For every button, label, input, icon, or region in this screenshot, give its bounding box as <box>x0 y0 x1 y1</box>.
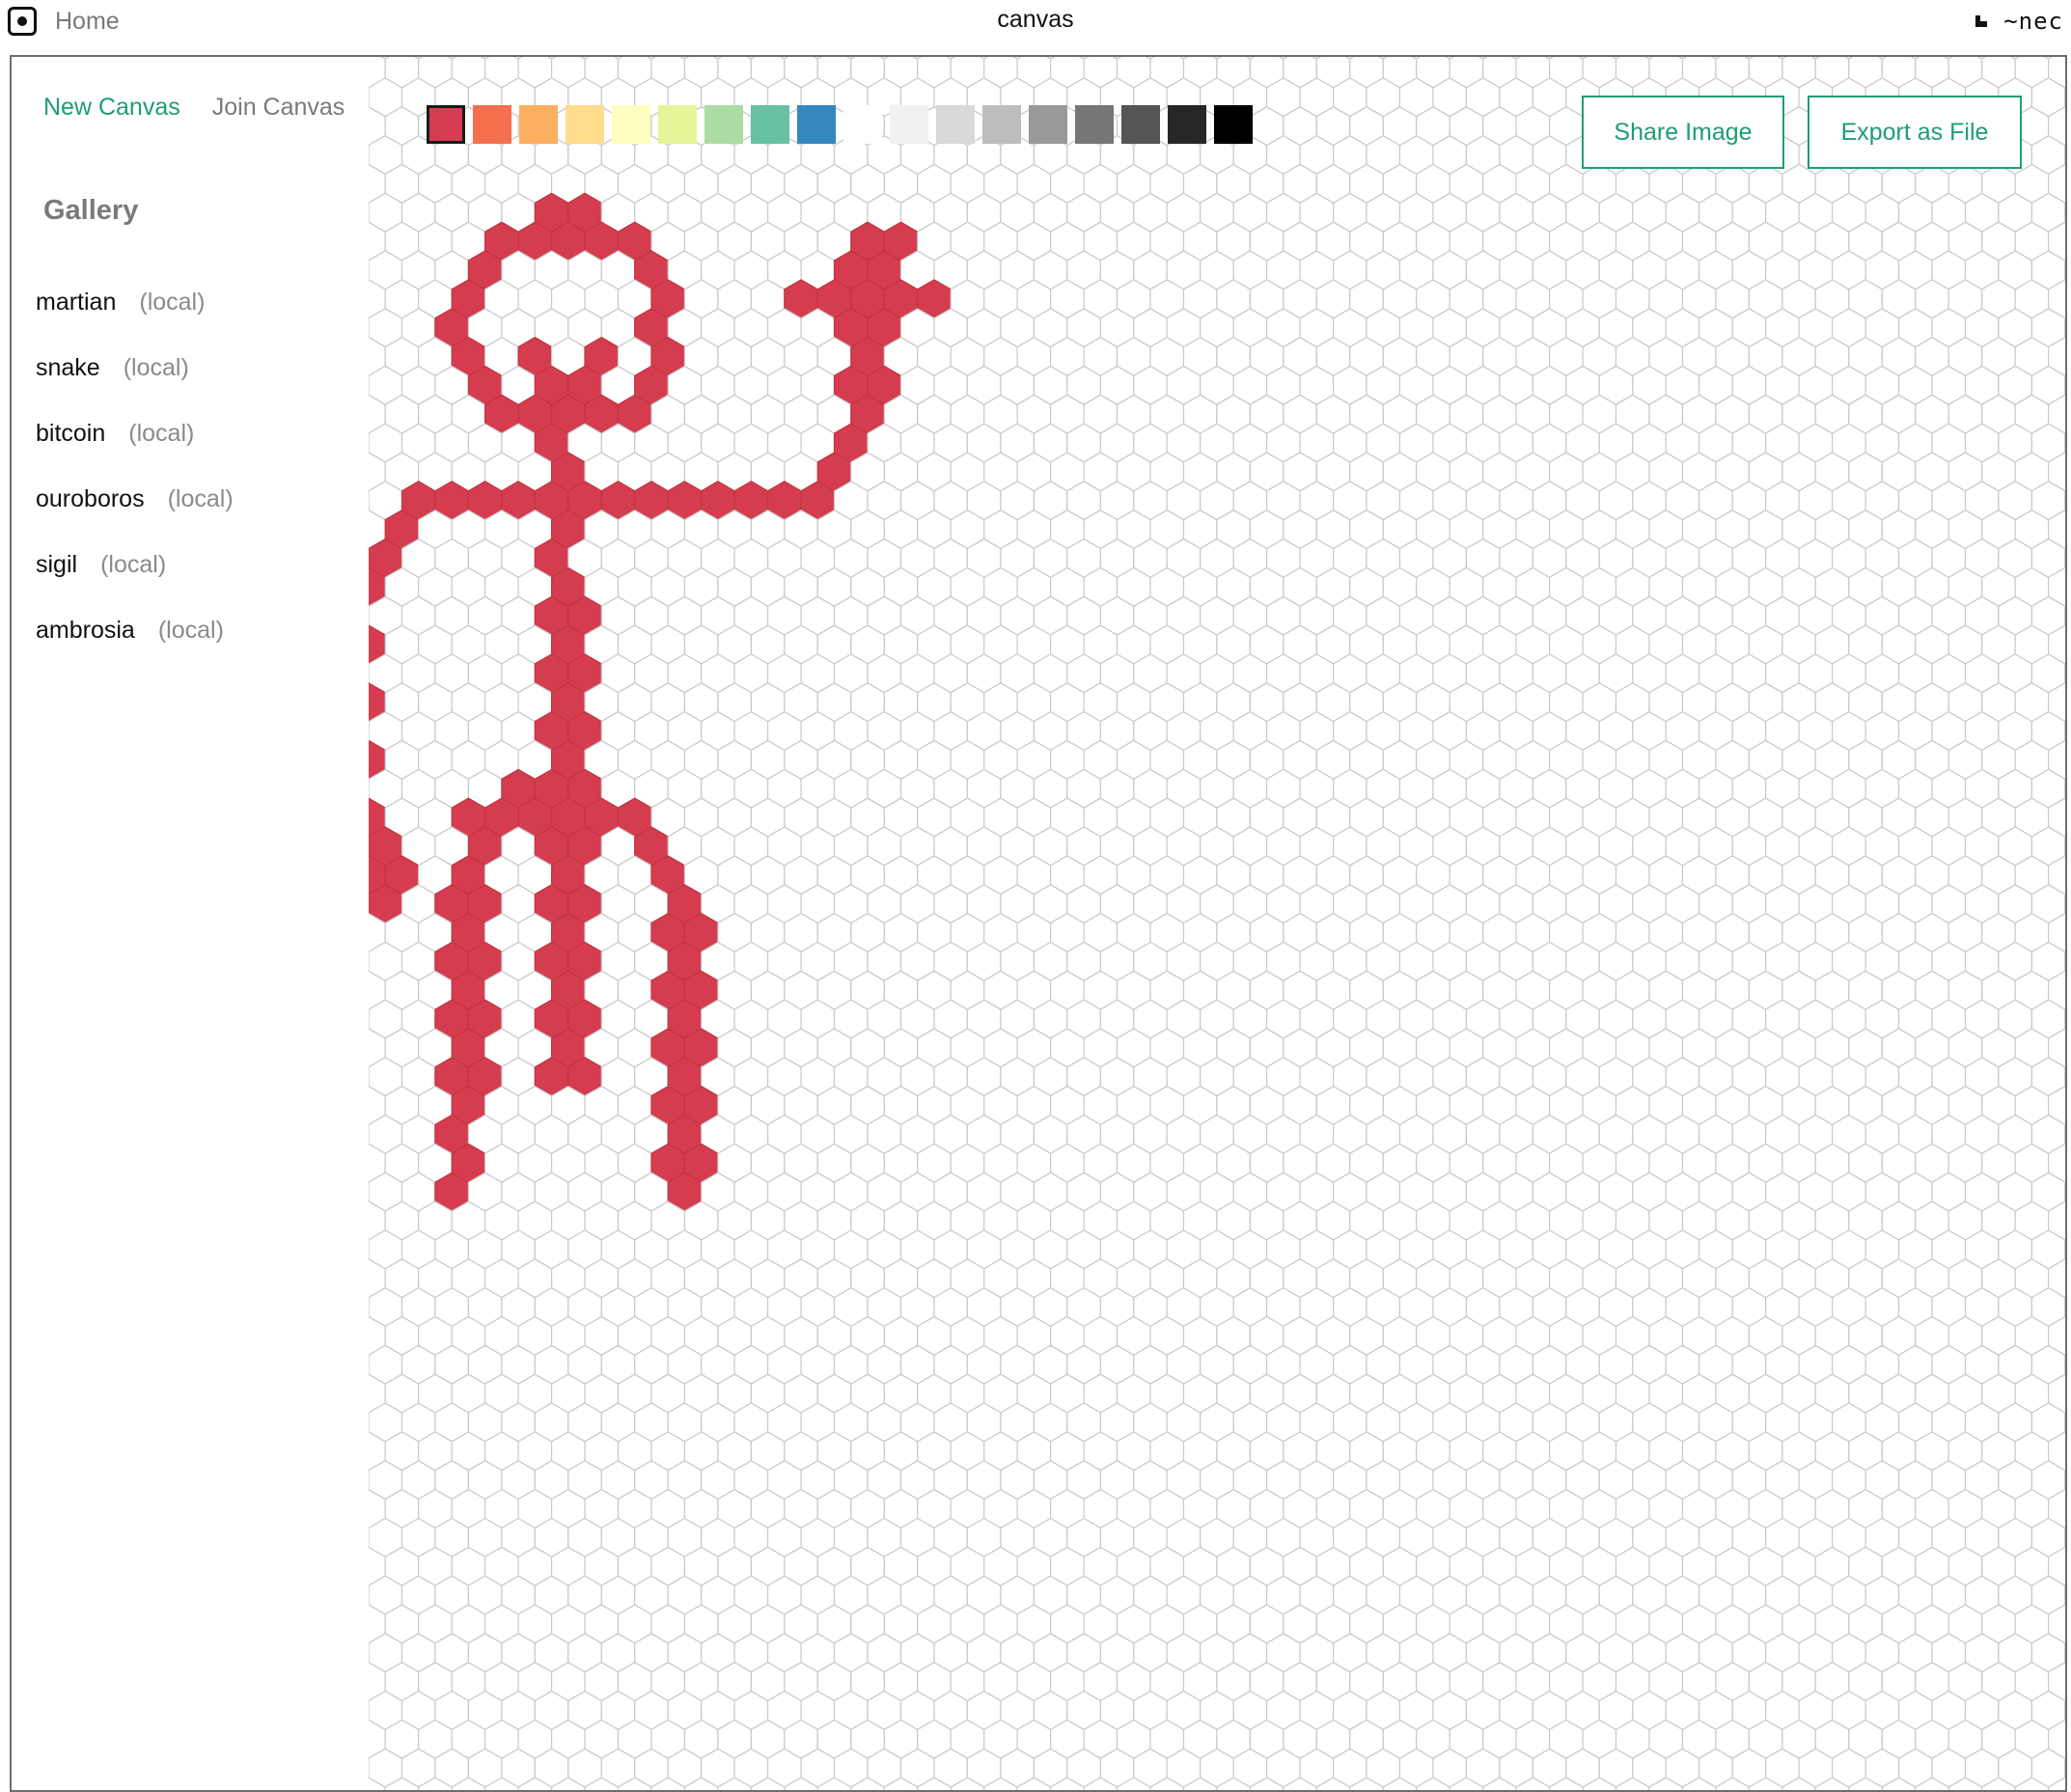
tab-join-canvas[interactable]: Join Canvas <box>212 94 345 122</box>
hex-cell[interactable] <box>2064 1634 2067 1672</box>
hex-cell[interactable] <box>2064 1058 2067 1096</box>
app-frame: New Canvas Join Canvas Gallery martian (l… <box>10 55 2067 1792</box>
gallery-heading: Gallery <box>43 195 139 226</box>
gallery-item-ambrosia[interactable]: ambrosia (local) <box>36 617 234 682</box>
gallery-item-tag: (local) <box>157 617 224 644</box>
hex-cell[interactable] <box>2064 1692 2067 1730</box>
color-swatch[interactable] <box>658 105 697 144</box>
hex-cell[interactable] <box>2064 827 2067 866</box>
color-swatch[interactable] <box>1214 105 1253 144</box>
app-title: canvas <box>997 6 1074 33</box>
tab-new-canvas[interactable]: New Canvas <box>43 94 180 122</box>
hex-cell[interactable] <box>2064 136 2067 175</box>
gallery-item-name: sigil <box>36 551 78 578</box>
hex-cell[interactable] <box>2064 309 2067 347</box>
color-swatch[interactable] <box>936 105 975 144</box>
hex-canvas[interactable] <box>369 57 2067 1792</box>
hex-cell[interactable] <box>2064 942 2067 980</box>
gallery-item-tag: (local) <box>139 289 206 316</box>
color-swatch[interactable] <box>1075 105 1114 144</box>
color-swatch[interactable] <box>982 105 1021 144</box>
gallery-item-tag: (local) <box>100 551 167 578</box>
hex-cell[interactable] <box>2064 1288 2067 1327</box>
user-badge[interactable]: ~nec <box>1974 8 2063 35</box>
hex-cell[interactable] <box>2064 1576 2067 1614</box>
color-swatch[interactable] <box>1029 105 1067 144</box>
gallery-item-bitcoin[interactable]: bitcoin (local) <box>36 420 234 485</box>
color-swatch[interactable] <box>612 105 650 144</box>
gallery-item-name: ouroboros <box>36 485 145 512</box>
hex-cell[interactable] <box>2064 424 2067 462</box>
sidebar: New Canvas Join Canvas Gallery martian (l… <box>12 57 370 1790</box>
color-swatch[interactable] <box>1168 105 1206 144</box>
gallery-item-name: snake <box>36 354 100 381</box>
hex-cell[interactable] <box>2064 539 2067 578</box>
export-file-button[interactable]: Export as File <box>1808 96 2022 169</box>
hex-cell[interactable] <box>2064 1000 2067 1038</box>
color-swatch[interactable] <box>890 105 928 144</box>
hex-cell[interactable] <box>2064 1172 2067 1211</box>
title-bar: Home canvas ~nec <box>0 0 2071 42</box>
color-swatch[interactable] <box>1121 105 1160 144</box>
color-swatch[interactable] <box>566 105 604 144</box>
hex-cell[interactable] <box>2064 482 2067 520</box>
hex-cell[interactable] <box>2064 1345 2067 1384</box>
hex-cell[interactable] <box>2064 251 2067 289</box>
gallery-list: martian (local) snake (local) bitcoin (loca… <box>36 289 234 682</box>
color-swatch[interactable] <box>473 105 511 144</box>
hex-cell[interactable] <box>2064 1461 2067 1500</box>
gallery-item-tag: (local) <box>123 354 189 381</box>
user-name: ~nec <box>2003 8 2063 35</box>
hex-cell[interactable] <box>2064 1518 2067 1557</box>
color-swatch[interactable] <box>427 105 465 144</box>
hex-canvas-area[interactable]: Share Image Export as File <box>369 57 2065 1790</box>
hex-cell[interactable] <box>2064 1230 2067 1269</box>
gallery-item-name: ambrosia <box>36 617 135 644</box>
hex-cell[interactable] <box>2064 78 2067 117</box>
hex-cell[interactable] <box>2064 885 2067 924</box>
hex-cell[interactable] <box>2064 366 2067 404</box>
hex-cell[interactable] <box>2064 654 2067 693</box>
hex-cell[interactable] <box>2064 769 2067 808</box>
gallery-item-name: martian <box>36 289 117 316</box>
color-swatch[interactable] <box>797 105 836 144</box>
hex-cell[interactable] <box>2064 712 2067 751</box>
color-swatch[interactable] <box>704 105 743 144</box>
gallery-item-tag: (local) <box>167 485 234 512</box>
gallery-item-martian[interactable]: martian (local) <box>36 289 234 354</box>
color-swatch[interactable] <box>751 105 789 144</box>
hex-cell[interactable] <box>2064 1403 2067 1442</box>
hex-cell[interactable] <box>2065 57 2067 59</box>
color-swatch[interactable] <box>519 105 558 144</box>
color-swatch[interactable] <box>843 105 882 144</box>
gallery-item-snake[interactable]: snake (local) <box>36 354 234 420</box>
hex-cell[interactable] <box>2064 1116 2067 1154</box>
sigil-icon <box>1974 14 1988 28</box>
gallery-item-ouroboros[interactable]: ouroboros (local) <box>36 485 234 551</box>
gallery-item-sigil[interactable]: sigil (local) <box>36 551 234 617</box>
hex-cell[interactable] <box>2064 193 2067 232</box>
gallery-item-name: bitcoin <box>36 420 106 447</box>
share-image-button[interactable]: Share Image <box>1582 96 1784 169</box>
color-palette <box>427 105 1260 144</box>
hex-cell[interactable] <box>2064 1749 2067 1787</box>
gallery-item-tag: (local) <box>128 420 195 447</box>
hex-cell[interactable] <box>2064 596 2067 635</box>
sidebar-tabs: New Canvas Join Canvas <box>43 94 345 122</box>
